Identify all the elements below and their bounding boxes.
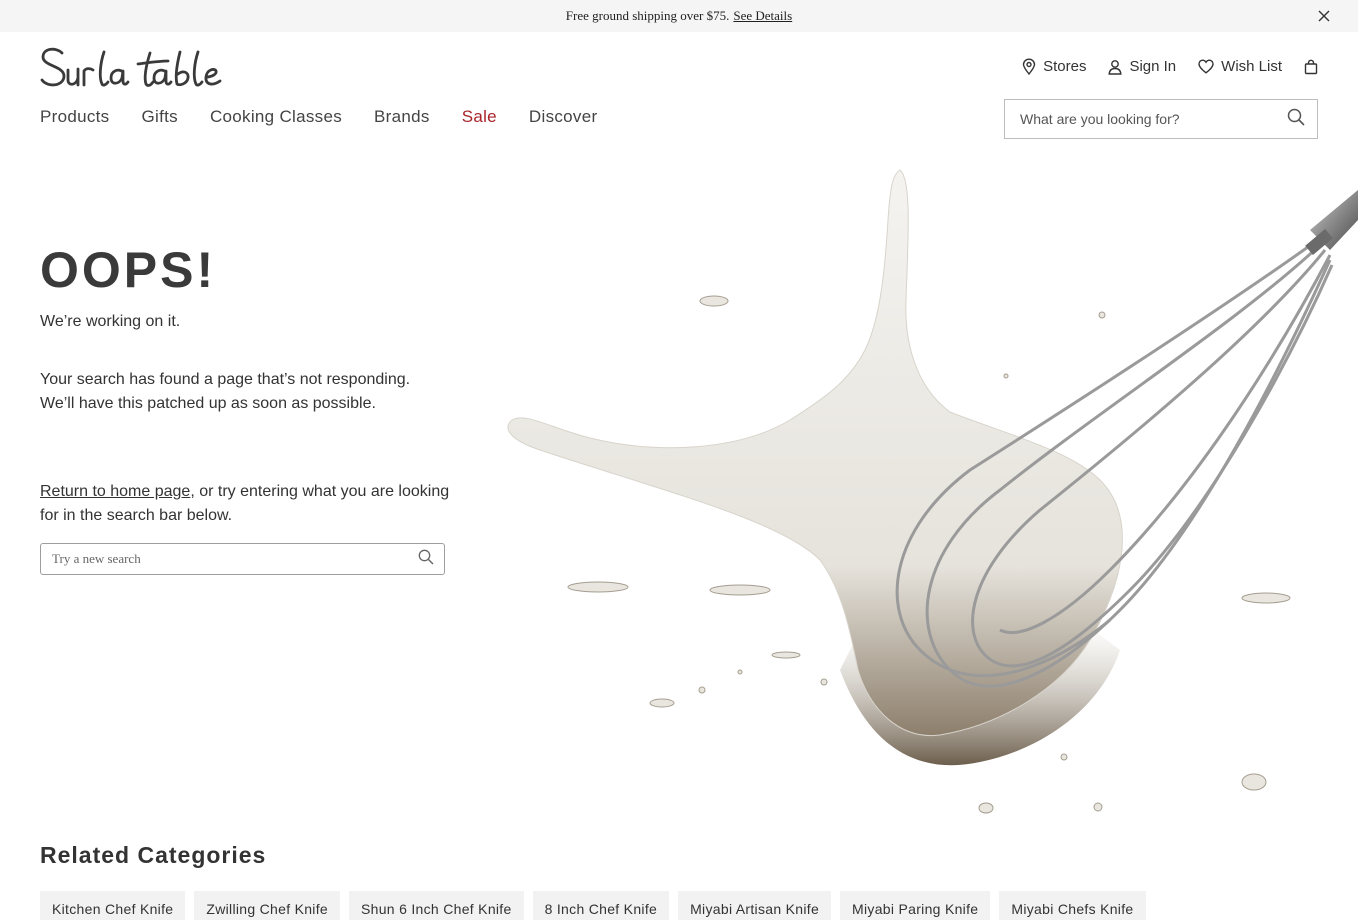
heart-icon: [1198, 59, 1214, 74]
nav-sale[interactable]: Sale: [462, 107, 497, 127]
header-search-input[interactable]: [1020, 111, 1287, 127]
nav-brands[interactable]: Brands: [374, 107, 430, 127]
header-search-box: [1004, 99, 1318, 139]
related-categories-list: Kitchen Chef Knife Zwilling Chef Knife S…: [40, 891, 1146, 920]
error-message-line-1: Your search has found a page that’s not …: [40, 371, 411, 388]
category-chip[interactable]: Kitchen Chef Knife: [40, 891, 186, 920]
page-search-input[interactable]: [52, 551, 418, 567]
stores-link[interactable]: Stores: [1022, 58, 1086, 75]
sign-in-link[interactable]: Sign In: [1108, 58, 1176, 75]
return-instructions: Return to home page, or try entering wha…: [40, 480, 460, 528]
search-icon[interactable]: [418, 549, 434, 570]
wish-list-link[interactable]: Wish List: [1198, 58, 1282, 75]
search-icon[interactable]: [1287, 108, 1305, 131]
nav-discover[interactable]: Discover: [529, 107, 598, 127]
return-home-link[interactable]: Return to home page: [40, 483, 190, 500]
nav-cooking-classes[interactable]: Cooking Classes: [210, 107, 342, 127]
promo-bar: Free ground shipping over $75. See Detai…: [0, 0, 1358, 32]
wish-list-label: Wish List: [1221, 58, 1282, 75]
error-subtitle: We’re working on it.: [40, 313, 181, 330]
category-chip[interactable]: Zwilling Chef Knife: [194, 891, 340, 920]
close-icon[interactable]: [1316, 8, 1332, 24]
whisk-cream-image: [480, 150, 1358, 830]
category-chip[interactable]: Miyabi Artisan Knife: [678, 891, 832, 920]
category-chip[interactable]: Shun 6 Inch Chef Knife: [349, 891, 524, 920]
shopping-bag-icon: [1304, 59, 1318, 75]
brand-logo[interactable]: [40, 44, 225, 94]
see-details-link[interactable]: See Details: [733, 8, 792, 24]
related-categories-title: Related Categories: [40, 842, 267, 868]
page-search-box: [40, 543, 445, 575]
page-title: OOPS!: [40, 242, 217, 298]
nav-gifts[interactable]: Gifts: [142, 107, 178, 127]
nav-products[interactable]: Products: [40, 107, 110, 127]
stores-label: Stores: [1043, 58, 1087, 75]
category-chip[interactable]: Miyabi Chefs Knife: [999, 891, 1146, 920]
main-nav: Products Gifts Cooking Classes Brands Sa…: [40, 107, 597, 127]
cart-button[interactable]: [1304, 59, 1318, 75]
category-chip[interactable]: 8 Inch Chef Knife: [532, 891, 670, 920]
sign-in-label: Sign In: [1129, 58, 1177, 75]
error-message-line-2: We’ll have this patched up as soon as po…: [40, 395, 376, 412]
user-icon: [1108, 59, 1123, 75]
promo-text: Free ground shipping over $75.: [565, 8, 730, 23]
error-message: Your search has found a page that’s not …: [40, 368, 470, 416]
location-pin-icon: [1022, 58, 1036, 75]
category-chip[interactable]: Miyabi Paring Knife: [840, 891, 991, 920]
utility-nav: Stores Sign In Wish List: [1022, 58, 1318, 75]
